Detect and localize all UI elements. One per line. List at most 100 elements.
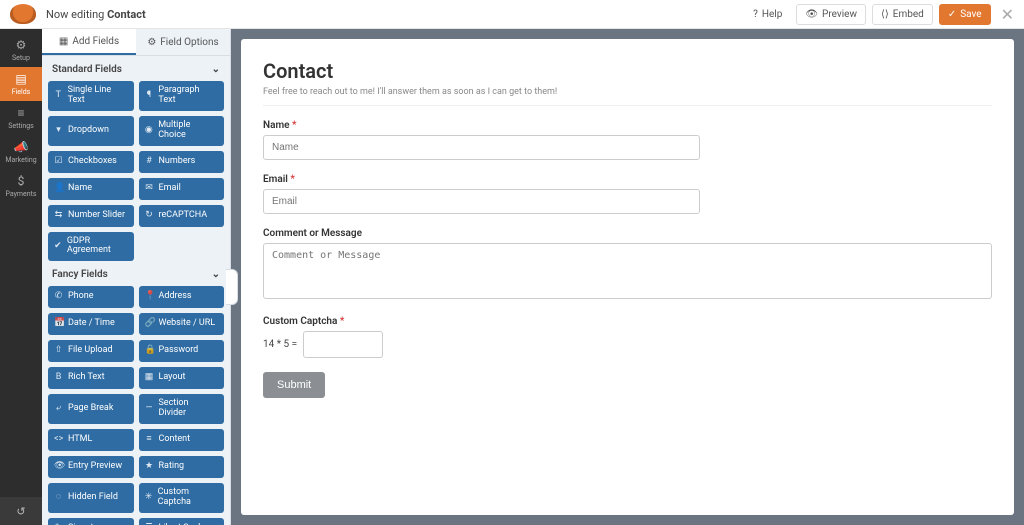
name-icon: 👤 — [54, 184, 63, 194]
field-btn-label: reCAPTCHA — [159, 211, 208, 221]
field-btn-label: Checkboxes — [68, 157, 117, 167]
name-input[interactable] — [263, 135, 700, 160]
field-btn-dropdown[interactable]: ▾Dropdown — [48, 116, 134, 146]
field-btn-html[interactable]: <>HTML — [48, 429, 134, 451]
submit-button[interactable]: Submit — [263, 372, 325, 398]
field-btn-name[interactable]: 👤Name — [48, 178, 134, 200]
field-btn-page-break[interactable]: ⤶ Page Break — [48, 394, 134, 424]
field-btn-single-line-text[interactable]: TSingle Line Text — [48, 81, 134, 111]
required-mark: * — [292, 120, 297, 131]
group-title: Fancy Fields — [52, 269, 108, 280]
field-btn-rating[interactable]: ★Rating — [139, 456, 225, 478]
name-label: Name * — [263, 120, 992, 131]
field-btn-label: Website / URL — [159, 319, 216, 329]
tab-add-fields[interactable]: ▦ Add Fields — [42, 29, 136, 55]
field-btn-label: HTML — [68, 435, 92, 445]
field-btn-content[interactable]: ≡Content — [139, 429, 225, 451]
nav-fields[interactable]: ▤Fields — [0, 67, 42, 101]
field-btn-paragraph-text[interactable]: ¶Paragraph Text — [139, 81, 225, 111]
form-title: Contact — [263, 59, 992, 83]
embed-button[interactable]: ⟨⟩ Embed — [872, 4, 933, 25]
save-button[interactable]: ✓ Save — [939, 4, 991, 25]
editing-form-name: Contact — [107, 8, 146, 21]
undo-icon: ↺ — [16, 505, 25, 518]
fields-list[interactable]: Standard Fields⌄TSingle Line Text¶Paragr… — [42, 56, 230, 525]
group-heading[interactable]: Standard Fields⌄ — [48, 56, 224, 81]
gdpr-icon: ✔ — [54, 242, 62, 252]
field-email[interactable]: Email * — [263, 174, 992, 214]
group-title: Standard Fields — [52, 64, 122, 75]
field-btn-label: Paragraph Text — [158, 86, 218, 106]
code-icon: ⟨⟩ — [881, 9, 889, 20]
field-btn-numbers[interactable]: #Numbers — [139, 151, 225, 173]
field-btn-number-slider[interactable]: ⇆Number Slider — [48, 205, 134, 227]
preview-icon: 👁 — [54, 462, 63, 472]
field-btn-label: Multiple Choice — [158, 121, 218, 141]
hidden-icon: ◌ — [54, 493, 63, 503]
nav-settings[interactable]: ≡Settings — [0, 101, 42, 135]
field-btn-section-divider[interactable]: — Section Divider — [139, 394, 225, 424]
field-btn-label: Number Slider — [68, 211, 125, 221]
field-btn-custom-captcha[interactable]: ✳Custom Captcha — [139, 483, 225, 513]
field-btn-file-upload[interactable]: ⇧File Upload — [48, 340, 134, 362]
nav-payments[interactable]: $Payments — [0, 169, 42, 203]
chevron-down-icon: ⌄ — [212, 269, 220, 280]
editing-prefix: Now editing — [46, 8, 107, 21]
grid-icon: ▦ — [59, 36, 68, 47]
richtext-icon: B — [54, 373, 63, 383]
field-btn-entry-preview[interactable]: 👁Entry Preview — [48, 456, 134, 478]
field-btn-likert-scale[interactable]: ≣Likert Scale — [139, 518, 225, 525]
tab-add-fields-label: Add Fields — [72, 36, 119, 47]
nav-setup[interactable]: ⚙Setup — [0, 33, 42, 67]
field-btn-phone[interactable]: ✆Phone — [48, 286, 134, 308]
field-btn-rich-text[interactable]: BRich Text — [48, 367, 134, 389]
tab-field-options[interactable]: ⚙ Field Options — [136, 29, 230, 55]
nav-label: Setup — [12, 54, 30, 62]
divider — [263, 105, 992, 106]
nav-marketing[interactable]: 📣Marketing — [0, 135, 42, 169]
embed-label: Embed — [893, 9, 924, 20]
field-btn-checkboxes[interactable]: ☑Checkboxes — [48, 151, 134, 173]
field-captcha[interactable]: Custom Captcha * 14 * 5 = — [263, 316, 992, 358]
field-btn-label: Layout — [159, 373, 186, 383]
field-btn-signature[interactable]: ✎Signature — [48, 518, 134, 525]
sliders-icon: ⚙ — [147, 37, 156, 48]
help-button[interactable]: ? Help — [745, 5, 790, 24]
field-btn-email[interactable]: ✉Email — [139, 178, 225, 200]
comment-textarea[interactable] — [263, 243, 992, 299]
form-preview[interactable]: Contact Feel free to reach out to me! I'… — [241, 39, 1014, 515]
pagebreak-icon: ⤶ — [54, 404, 63, 414]
help-label: Help — [762, 9, 782, 20]
field-name[interactable]: Name * — [263, 120, 992, 160]
tab-field-options-label: Field Options — [160, 37, 218, 48]
close-button[interactable]: ✕ — [1001, 5, 1014, 24]
field-btn-address[interactable]: 📍Address — [139, 286, 225, 308]
nav-history[interactable]: ↺ — [0, 497, 42, 525]
captcha-question: 14 * 5 = — [263, 339, 297, 350]
numbers-icon: # — [145, 157, 154, 167]
group-heading[interactable]: Fancy Fields ⌄ — [48, 261, 224, 286]
captcha-input[interactable] — [303, 331, 383, 358]
field-btn-label: Section Divider — [158, 399, 218, 419]
field-btn-password[interactable]: 🔒Password — [139, 340, 225, 362]
field-btn-date-time[interactable]: 📅Date / Time — [48, 313, 134, 335]
field-comment[interactable]: Comment or Message — [263, 228, 992, 302]
settings-icon: ≡ — [17, 106, 24, 120]
divider-icon: — — [145, 404, 154, 414]
field-btn-website-url[interactable]: 🔗Website / URL — [139, 313, 225, 335]
field-btn-recaptcha[interactable]: ↻reCAPTCHA — [139, 205, 225, 227]
eye-icon: 👁 — [805, 9, 818, 20]
collapse-handle[interactable] — [226, 269, 238, 305]
field-btn-hidden-field[interactable]: ◌Hidden Field — [48, 483, 134, 513]
password-icon: 🔒 — [145, 346, 154, 356]
email-input[interactable] — [263, 189, 700, 214]
builder-canvas: Contact Feel free to reach out to me! I'… — [231, 29, 1024, 525]
fields-panel: ▦ Add Fields ⚙ Field Options Standard Fi… — [42, 29, 231, 525]
field-btn-label: Rating — [159, 462, 185, 472]
field-btn-label: Single Line Text — [68, 86, 128, 106]
field-btn-label: Page Break — [68, 404, 113, 414]
field-btn-multiple-choice[interactable]: ◉Multiple Choice — [139, 116, 225, 146]
field-btn-gdpr-agreement[interactable]: ✔GDPR Agreement — [48, 232, 134, 262]
field-btn-layout[interactable]: ▦Layout — [139, 367, 225, 389]
preview-button[interactable]: 👁 Preview — [796, 4, 866, 25]
